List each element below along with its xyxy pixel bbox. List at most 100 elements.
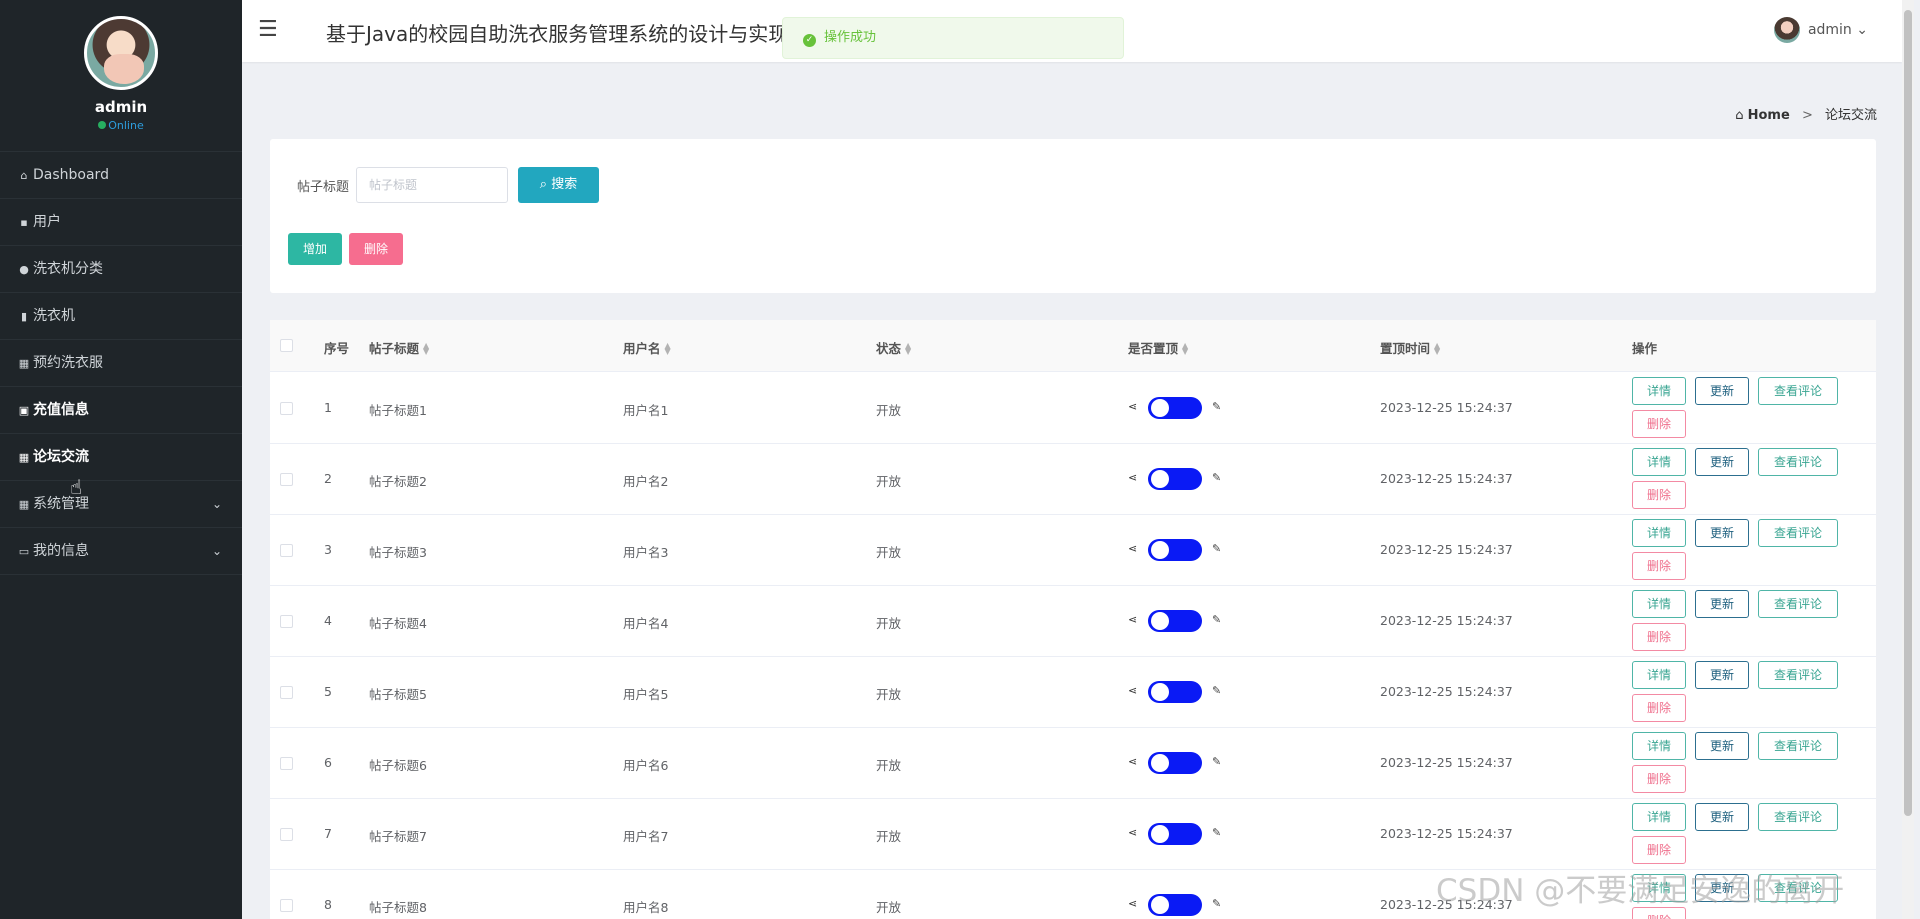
map-pin-icon: ● xyxy=(19,263,29,276)
pinned-toggle[interactable] xyxy=(1148,397,1202,419)
breadcrumb-home[interactable]: Home xyxy=(1748,108,1790,123)
view-comments-button[interactable]: 查看评论 xyxy=(1758,448,1838,476)
edit-pen-icon: ✎ xyxy=(1212,897,1222,910)
sidebar-item-label: 论坛交流 xyxy=(33,449,89,465)
sort-icon[interactable]: ▲ ▼ xyxy=(1434,342,1440,356)
sidebar-item-dashboard[interactable]: ⌂ Dashboard xyxy=(0,152,242,199)
add-button[interactable]: 增加 xyxy=(288,233,342,265)
card-icon: ▭ xyxy=(18,545,30,558)
row-checkbox[interactable] xyxy=(280,615,293,628)
column-header-actions: 操作 xyxy=(1632,341,1658,356)
row-checkbox[interactable] xyxy=(280,402,293,415)
delete-button[interactable]: 删除 xyxy=(1632,481,1686,509)
update-button[interactable]: 更新 xyxy=(1695,661,1749,689)
user-menu[interactable]: admin ⌄ xyxy=(1773,17,1868,43)
detail-button[interactable]: 详情 xyxy=(1632,590,1686,618)
pinned-toggle[interactable] xyxy=(1148,823,1202,845)
lock-icon: ▣ xyxy=(18,404,30,417)
row-checkbox[interactable] xyxy=(280,828,293,841)
view-comments-button[interactable]: 查看评论 xyxy=(1758,732,1838,760)
sidebar-item-system-admin[interactable]: ▦ 系统管理 ⌄ xyxy=(0,481,242,528)
menu-toggle-icon[interactable]: ☰ xyxy=(258,17,278,42)
row-checkbox[interactable] xyxy=(280,899,293,912)
row-checkbox[interactable] xyxy=(280,757,293,770)
sort-icon[interactable]: ▲ ▼ xyxy=(665,342,671,356)
delete-button[interactable]: 删除 xyxy=(1632,552,1686,580)
view-comments-button[interactable]: 查看评论 xyxy=(1758,377,1838,405)
column-header-title[interactable]: 帖子标题 ▲ ▼ xyxy=(369,338,429,357)
column-header-pinned[interactable]: 是否置顶 ▲ ▼ xyxy=(1128,338,1188,357)
cell-pinned-time: 2023-12-25 15:24:37 xyxy=(1380,684,1513,699)
table-row: 2 帖子标题2 用户名2 开放 ⋖ ✎ 2023-12-25 15:24:37 详情 更新 查看评… xyxy=(270,444,1876,515)
update-button[interactable]: 更新 xyxy=(1695,448,1749,476)
cell-index: 6 xyxy=(324,755,332,770)
cell-title: 帖子标题3 xyxy=(369,545,427,560)
cell-user: 用户名3 xyxy=(623,545,669,560)
sidebar-item-recharge[interactable]: ▣ 充值信息 xyxy=(0,387,242,434)
edit-pen-icon: ✎ xyxy=(1212,613,1222,626)
pinned-toggle[interactable] xyxy=(1148,681,1202,703)
view-comments-button[interactable]: 查看评论 xyxy=(1758,590,1838,618)
batch-delete-button[interactable]: 删除 xyxy=(349,233,403,265)
pinned-toggle[interactable] xyxy=(1148,752,1202,774)
avatar[interactable] xyxy=(84,16,158,90)
cell-index: 1 xyxy=(324,400,332,415)
delete-button[interactable]: 删除 xyxy=(1632,410,1686,438)
view-comments-button[interactable]: 查看评论 xyxy=(1758,661,1838,689)
cell-title: 帖子标题8 xyxy=(369,900,427,915)
view-comments-button[interactable]: 查看评论 xyxy=(1758,519,1838,547)
grid-icon: ▦ xyxy=(18,451,30,464)
pinned-toggle[interactable] xyxy=(1148,539,1202,561)
sidebar-item-my-info[interactable]: ▭ 我的信息 ⌄ xyxy=(0,528,242,575)
cell-index: 5 xyxy=(324,684,332,699)
row-checkbox[interactable] xyxy=(280,473,293,486)
search-input[interactable] xyxy=(356,167,508,203)
cell-status: 开放 xyxy=(876,616,902,631)
cell-index: 2 xyxy=(324,471,332,486)
sidebar-item-users[interactable]: ▪ 用户 xyxy=(0,199,242,246)
row-checkbox[interactable] xyxy=(280,544,293,557)
grid-icon: ▦ xyxy=(18,498,30,511)
detail-button[interactable]: 详情 xyxy=(1632,519,1686,547)
cell-user: 用户名5 xyxy=(623,687,669,702)
table-row: 3 帖子标题3 用户名3 开放 ⋖ ✎ 2023-12-25 15:24:37 详情 更新 查看评… xyxy=(270,515,1876,586)
detail-button[interactable]: 详情 xyxy=(1632,377,1686,405)
column-header-time[interactable]: 置顶时间 ▲ ▼ xyxy=(1380,338,1440,357)
sort-icon[interactable]: ▲ ▼ xyxy=(905,342,911,356)
search-button[interactable]: ⌕ 搜索 xyxy=(518,167,599,203)
chevron-down-icon: ⌄ xyxy=(1856,22,1868,38)
detail-button[interactable]: 详情 xyxy=(1632,448,1686,476)
sidebar-item-reservations[interactable]: ▦ 预约洗衣服 xyxy=(0,340,242,387)
scrollbar-thumb[interactable] xyxy=(1904,10,1912,816)
update-button[interactable]: 更新 xyxy=(1695,519,1749,547)
sidebar-item-washer-category[interactable]: ● 洗衣机分类 xyxy=(0,246,242,293)
toggle-knob xyxy=(1151,754,1169,772)
cell-pinned-time: 2023-12-25 15:24:37 xyxy=(1380,755,1513,770)
sort-icon[interactable]: ▲ ▼ xyxy=(423,342,429,356)
update-button[interactable]: 更新 xyxy=(1695,803,1749,831)
column-header-status[interactable]: 状态 ▲ ▼ xyxy=(876,338,911,357)
sidebar-item-washers[interactable]: ▮ 洗衣机 xyxy=(0,293,242,340)
pinned-toggle[interactable] xyxy=(1148,610,1202,632)
row-checkbox[interactable] xyxy=(280,686,293,699)
update-button[interactable]: 更新 xyxy=(1695,590,1749,618)
delete-button[interactable]: 删除 xyxy=(1632,765,1686,793)
view-comments-button[interactable]: 查看评论 xyxy=(1758,803,1838,831)
sidebar-item-forum[interactable]: ▦ 论坛交流 xyxy=(0,434,242,481)
top-header: ☰ 基于Java的校园自助洗衣服务管理系统的设计与实现 ✓ 操作成功 admin … xyxy=(242,0,1902,62)
update-button[interactable]: 更新 xyxy=(1695,377,1749,405)
delete-button[interactable]: 删除 xyxy=(1632,623,1686,651)
pinned-toggle[interactable] xyxy=(1148,468,1202,490)
pinned-toggle[interactable] xyxy=(1148,894,1202,916)
column-header-user[interactable]: 用户名 ▲ ▼ xyxy=(623,338,671,357)
select-all-checkbox[interactable] xyxy=(280,339,293,352)
detail-button[interactable]: 详情 xyxy=(1632,803,1686,831)
cell-user: 用户名7 xyxy=(623,829,669,844)
detail-button[interactable]: 详情 xyxy=(1632,732,1686,760)
update-button[interactable]: 更新 xyxy=(1695,732,1749,760)
detail-button[interactable]: 详情 xyxy=(1632,661,1686,689)
delete-button[interactable]: 删除 xyxy=(1632,836,1686,864)
delete-button[interactable]: 删除 xyxy=(1632,694,1686,722)
sort-icon[interactable]: ▲ ▼ xyxy=(1182,342,1188,356)
watermark: CSDN @不要满足安逸的离开 xyxy=(1436,873,1845,909)
